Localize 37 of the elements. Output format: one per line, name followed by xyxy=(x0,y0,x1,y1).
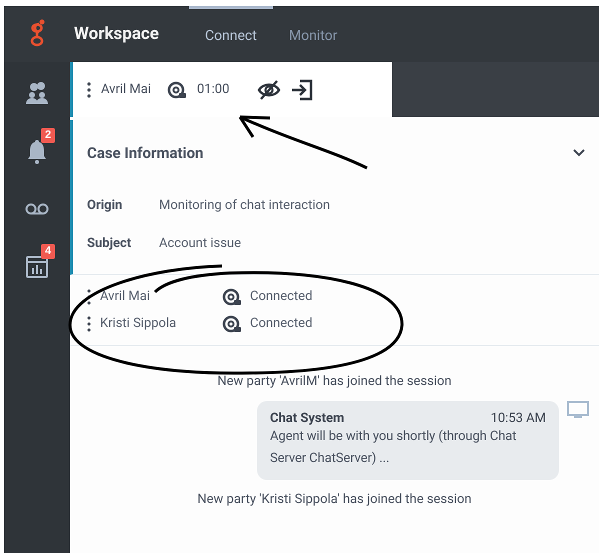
notification-badge: 4 xyxy=(41,244,55,259)
participant-status: Connected xyxy=(250,316,312,331)
sidebar-button[interactable]: 2 xyxy=(17,128,57,166)
notification-badge: 2 xyxy=(41,128,55,143)
call-timer: 01:00 xyxy=(197,82,230,97)
more-icon xyxy=(87,82,91,98)
sender-name: Chat System xyxy=(270,411,344,426)
field-value: Account issue xyxy=(159,236,241,250)
more-icon[interactable] xyxy=(87,288,91,304)
message-text: Agent will be with you shortly (through Chat Server ChatServer) ... xyxy=(270,428,518,468)
logo-icon xyxy=(30,19,46,49)
monitor-eye-icon xyxy=(222,314,242,334)
monitor-eye-icon xyxy=(222,286,242,306)
sidebar-button[interactable]: 4 xyxy=(17,244,57,282)
nav-tab[interactable]: Monitor xyxy=(272,6,354,62)
field-value: Monitoring of chat interaction xyxy=(159,198,330,212)
participant-name: Avril Mai xyxy=(100,289,151,304)
more-icon[interactable] xyxy=(87,316,91,332)
monitor-icon xyxy=(567,401,589,421)
eye-off-icon[interactable] xyxy=(257,80,282,100)
section-title: Case Information xyxy=(87,144,204,162)
team-icon xyxy=(25,80,49,106)
chart-icon xyxy=(25,254,49,280)
exit-icon[interactable] xyxy=(291,78,314,100)
system-message: New party 'AvrilM' has joined the session xyxy=(217,374,452,389)
bell-icon xyxy=(25,138,49,164)
participant-name: Kristi Sippola xyxy=(100,316,178,331)
contact-name: Avril Mai xyxy=(101,82,151,97)
interaction-tab[interactable]: Avril Mai 01:00 xyxy=(70,62,392,117)
system-message: New party 'Kristi Sippola' has joined the session xyxy=(197,492,472,507)
app-title: Workspace xyxy=(74,24,159,44)
field-label: Origin xyxy=(87,198,124,212)
chevron-down-icon[interactable] xyxy=(573,149,585,157)
field-label: Subject xyxy=(87,236,132,250)
message-time: 10:53 AM xyxy=(490,411,546,426)
participant-status: Connected xyxy=(250,289,312,304)
monitor-eye-icon[interactable] xyxy=(167,80,187,100)
